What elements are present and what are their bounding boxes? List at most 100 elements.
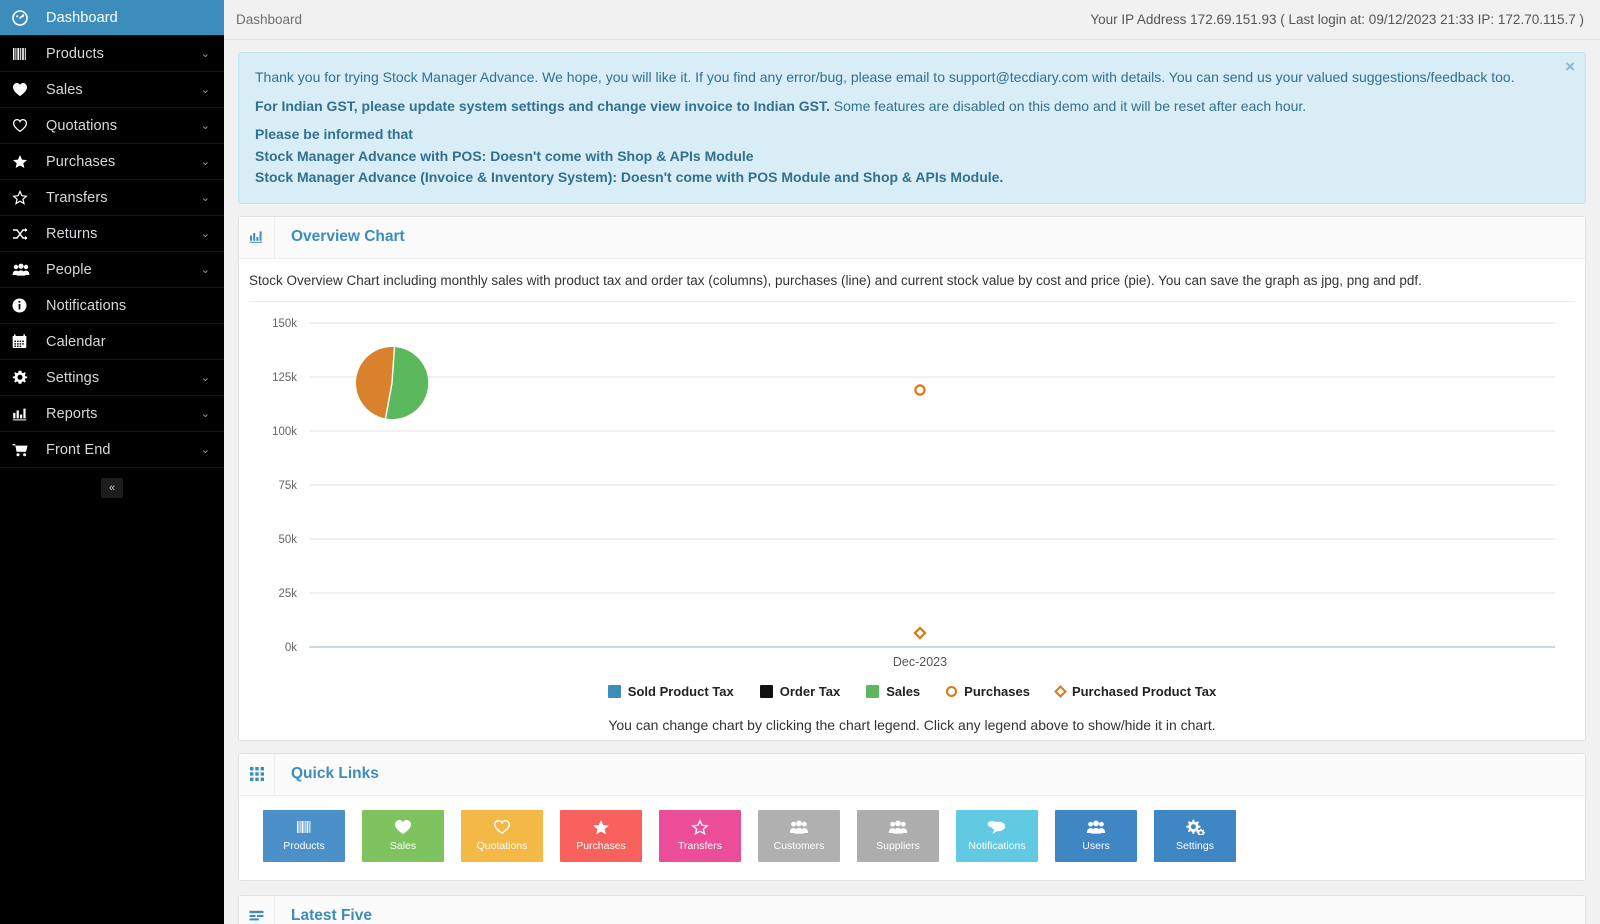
sidebar: Dashboard Products ⌄ Sales ⌄ Quotations …	[0, 0, 224, 924]
sidebar-item-label: Returns	[40, 226, 201, 242]
sidebar-collapse-wrap: «	[0, 468, 224, 508]
collapse-sidebar-button[interactable]: «	[101, 478, 123, 498]
chevron-down-icon: ⌄	[201, 407, 210, 420]
chart-gridlines	[309, 323, 1555, 593]
quick-link-label: Settings	[1176, 841, 1214, 852]
shuffle-icon	[12, 227, 40, 241]
overview-chart-panel: Overview Chart Stock Overview Chart incl…	[238, 216, 1586, 741]
sidebar-item-products[interactable]: Products ⌄	[0, 36, 224, 72]
quick-link-users[interactable]: Users	[1055, 810, 1137, 862]
legend-item-purchased-product-tax[interactable]: Purchased Product Tax	[1056, 684, 1216, 699]
y-tick-label: 150k	[272, 318, 297, 330]
users-icon	[1086, 820, 1106, 838]
legend-item-order-tax[interactable]: Order Tax	[760, 684, 840, 699]
grid-icon	[239, 754, 275, 795]
overview-chart-title: Overview Chart	[275, 217, 405, 258]
gear-icon	[1185, 819, 1205, 838]
y-tick-label: 0k	[285, 642, 297, 654]
heart-outline-icon	[12, 118, 40, 133]
sidebar-item-returns[interactable]: Returns ⌄	[0, 216, 224, 252]
sidebar-item-reports[interactable]: Reports ⌄	[0, 396, 224, 432]
quick-links-panel: Quick Links Products Sales	[238, 753, 1586, 881]
sidebar-item-label: Front End	[40, 442, 201, 458]
alert-line-2-rest: Some features are disabled on this demo …	[830, 98, 1306, 114]
sidebar-item-quotations[interactable]: Quotations ⌄	[0, 108, 224, 144]
latest-five-panel: Latest Five	[238, 895, 1586, 924]
latest-five-header: Latest Five	[239, 896, 1585, 924]
users-icon	[789, 820, 809, 838]
content-scroll: × Thank you for trying Stock Manager Adv…	[224, 40, 1600, 924]
purchases-marker	[915, 385, 924, 394]
sidebar-item-dashboard[interactable]: Dashboard	[0, 0, 224, 36]
legend-item-purchases[interactable]: Purchases	[946, 684, 1030, 699]
quick-link-suppliers[interactable]: Suppliers	[857, 810, 939, 862]
legend-label: Order Tax	[780, 684, 840, 699]
alert-line-3-text: Please be informed that	[255, 126, 413, 142]
quick-links-header: Quick Links	[239, 754, 1585, 796]
legend-label: Purchases	[964, 684, 1030, 699]
sidebar-item-label: Transfers	[40, 190, 201, 206]
demo-notice-alert: × Thank you for trying Stock Manager Adv…	[238, 52, 1586, 204]
alert-line-2-bold: For Indian GST, please update system set…	[255, 98, 830, 114]
overview-chart-header: Overview Chart	[239, 217, 1585, 259]
close-icon[interactable]: ×	[1565, 58, 1575, 75]
y-tick-label: 125k	[272, 372, 297, 384]
quick-link-label: Suppliers	[876, 841, 920, 852]
quick-link-purchases[interactable]: Purchases	[560, 810, 642, 862]
chevron-down-icon: ⌄	[201, 227, 210, 240]
legend-label: Sold Product Tax	[628, 684, 734, 699]
chart-legend-hint: You can change chart by clicking the cha…	[249, 717, 1575, 739]
sidebar-item-people[interactable]: People ⌄	[0, 252, 224, 288]
sidebar-item-sales[interactable]: Sales ⌄	[0, 72, 224, 108]
quick-link-products[interactable]: Products	[263, 810, 345, 862]
legend-swatch-icon	[608, 685, 621, 698]
list-icon	[239, 896, 275, 924]
chevron-down-icon: ⌄	[201, 47, 210, 60]
alert-line-1: Thank you for trying Stock Manager Advan…	[255, 67, 1551, 89]
sidebar-item-transfers[interactable]: Transfers ⌄	[0, 180, 224, 216]
sidebar-item-settings[interactable]: Settings ⌄	[0, 360, 224, 396]
alert-line-5: Stock Manager Advance (Invoice & Invento…	[255, 167, 1551, 189]
sidebar-item-label: Purchases	[40, 154, 201, 170]
sidebar-item-label: People	[40, 262, 201, 278]
alert-line-4-text: Stock Manager Advance with POS: Doesn't …	[255, 148, 754, 164]
sidebar-item-front-end[interactable]: Front End ⌄	[0, 432, 224, 468]
chart-legend[interactable]: Sold Product Tax Order Tax Sales	[249, 684, 1575, 699]
quick-link-label: Purchases	[576, 841, 626, 852]
chevron-down-icon: ⌄	[201, 263, 210, 276]
quick-link-quotations[interactable]: Quotations	[461, 810, 543, 862]
overview-chart-plot[interactable]: 150k 125k 100k 75k 50k 25k 0k	[249, 310, 1575, 730]
bar-chart-icon	[239, 217, 275, 258]
quick-links-tiles: Products Sales Quotations	[239, 796, 1585, 880]
quick-link-label: Customers	[774, 841, 825, 852]
quick-link-label: Sales	[390, 841, 416, 852]
sidebar-item-purchases[interactable]: Purchases ⌄	[0, 144, 224, 180]
star-filled-icon	[592, 819, 610, 838]
sidebar-item-label: Quotations	[40, 118, 201, 134]
legend-item-sold-product-tax[interactable]: Sold Product Tax	[608, 684, 734, 699]
quick-link-settings[interactable]: Settings	[1154, 810, 1236, 862]
sidebar-item-calendar[interactable]: Calendar	[0, 324, 224, 360]
sidebar-item-label: Calendar	[40, 334, 210, 350]
star-outline-icon	[12, 190, 40, 205]
alert-line-4: Stock Manager Advance with POS: Doesn't …	[255, 146, 1551, 168]
sidebar-item-notifications[interactable]: Notifications	[0, 288, 224, 324]
bar-chart-icon	[12, 407, 40, 421]
chart-svg[interactable]: 150k 125k 100k 75k 50k 25k 0k	[249, 310, 1559, 680]
legend-swatch-icon	[866, 685, 879, 698]
legend-item-sales[interactable]: Sales	[866, 684, 920, 699]
users-icon	[888, 820, 908, 838]
star-outline-icon	[691, 819, 709, 838]
quick-link-notifications[interactable]: Notifications	[956, 810, 1038, 862]
legend-circle-icon	[946, 686, 957, 697]
main-area: Dashboard Your IP Address 172.69.151.93 …	[224, 0, 1600, 924]
breadcrumb: Dashboard	[224, 12, 1090, 27]
legend-swatch-icon	[760, 685, 773, 698]
quick-link-sales[interactable]: Sales	[362, 810, 444, 862]
chevron-down-icon: ⌄	[201, 191, 210, 204]
quick-link-transfers[interactable]: Transfers	[659, 810, 741, 862]
quick-link-label: Notifications	[968, 841, 1025, 852]
sidebar-item-label: Sales	[40, 82, 201, 98]
quick-link-customers[interactable]: Customers	[758, 810, 840, 862]
quick-link-label: Products	[283, 841, 324, 852]
